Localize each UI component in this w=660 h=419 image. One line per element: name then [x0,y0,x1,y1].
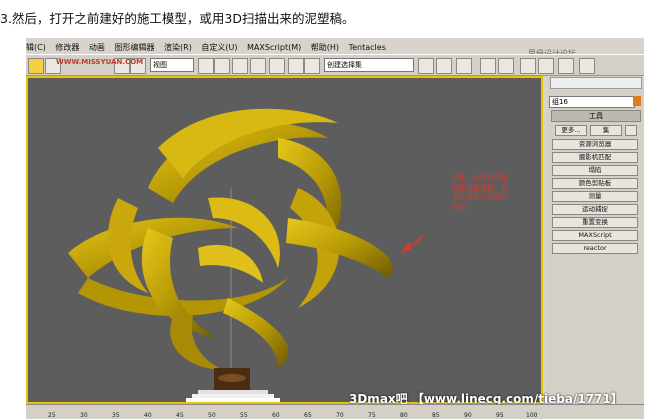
menu-item-rendering[interactable]: 渲染(R) [164,43,192,52]
angle-snap-icon[interactable] [232,58,248,74]
configure-sets-icon[interactable] [625,125,637,136]
object-color-swatch[interactable] [633,96,641,106]
menu-item-animation[interactable]: 动画 [89,43,105,52]
page-caption: 3.然后，打开之前建好的施工模型，或用3D扫描出来的泥塑稿。 [0,11,355,26]
menu-item-customize[interactable]: 自定义(U) [201,43,237,52]
tool-reactor[interactable]: reactor [552,243,638,254]
pivot-icon[interactable] [198,58,214,74]
more-button[interactable]: 更多... [555,125,587,136]
schematic-view-icon[interactable] [498,58,514,74]
ruler-tick: 25 [48,412,56,419]
ruler-tick: 60 [272,412,280,419]
percent-snap-icon[interactable] [250,58,266,74]
tool-color-clipboard[interactable]: 颜色剪贴板 [552,178,638,189]
annotation-text: 模型，和所有模型都是重新建模。效果的模型和当前的模型。 [452,174,508,211]
perspective-viewport[interactable] [26,76,543,404]
ruler-tick: 50 [208,412,216,419]
tool-asset-browser[interactable]: 资源浏览器 [552,139,638,150]
menu-item-maxscript[interactable]: MAXScript(M) [247,43,301,52]
menu-item-tentacles[interactable]: Tentacles [349,43,386,52]
ruler-tick: 75 [368,412,376,419]
ruler-tick: 35 [112,412,120,419]
render-frame-icon[interactable] [558,58,574,74]
ruler-tick: 40 [144,412,152,419]
ruler-tick: 65 [304,412,312,419]
material-editor-icon[interactable] [520,58,536,74]
named-selection-icon[interactable] [304,58,320,74]
tool-camera-match[interactable]: 摄影机匹配 [552,152,638,163]
select-icon[interactable] [28,58,44,74]
sculpture-base [186,390,280,402]
tools-rollout-header[interactable]: 工具 [551,110,641,122]
sculpture-model [28,78,541,402]
edit-sets-icon[interactable] [288,58,304,74]
ruler-tick: 70 [336,412,344,419]
ruler-tick: 45 [176,412,184,419]
curve-editor-icon[interactable] [480,58,496,74]
ruler-tick: 90 [464,412,472,419]
panel-tabs[interactable] [550,77,642,89]
menu-item-modifiers[interactable]: 修改器 [55,43,79,52]
max-screenshot: 辑(C) 修改器 动画 图形编辑器 渲染(R) 自定义(U) MAXScript… [26,38,644,419]
align-icon[interactable] [436,58,452,74]
ruler-tick: 100 [526,412,538,419]
tool-collapse[interactable]: 塌陷 [552,165,638,176]
menu-item-help[interactable]: 帮助(H) [311,43,339,52]
quick-render-icon[interactable] [579,58,595,74]
tool-maxscript[interactable]: MAXScript [552,230,638,241]
sets-button[interactable]: 集 [590,125,622,136]
command-panel: 组16 工具 更多... 集 资源浏览器 摄影机匹配 塌陷 颜色剪贴板 测量 运… [547,76,644,404]
site-watermark: WWW.MISSYUAN.COM [56,58,144,66]
ruler-tick: 30 [80,412,88,419]
tool-measure[interactable]: 测量 [552,191,638,202]
ruler-tick: 85 [432,412,440,419]
selection-set-dropdown[interactable]: 创建选择集 [324,58,414,72]
timeline-ruler[interactable]: 25 30 35 40 45 50 55 60 65 70 75 80 85 9… [26,404,644,419]
layer-manager-icon[interactable] [456,58,472,74]
object-name-field[interactable]: 组16 [549,96,635,108]
ruler-tick: 55 [240,412,248,419]
snap-icon[interactable] [214,58,230,74]
spinner-snap-icon[interactable] [269,58,285,74]
tool-motion-capture[interactable]: 运动捕捉 [552,204,638,215]
menu-item-graph-editors[interactable]: 图形编辑器 [114,43,154,52]
ruler-tick: 80 [400,412,408,419]
ruler-tick: 95 [496,412,504,419]
mirror-icon[interactable] [418,58,434,74]
tool-reset-xform[interactable]: 重置变换 [552,217,638,228]
view-dropdown[interactable]: 视图 [150,58,194,72]
menu-item-edit[interactable]: 辑(C) [26,43,46,52]
render-setup-icon[interactable] [538,58,554,74]
